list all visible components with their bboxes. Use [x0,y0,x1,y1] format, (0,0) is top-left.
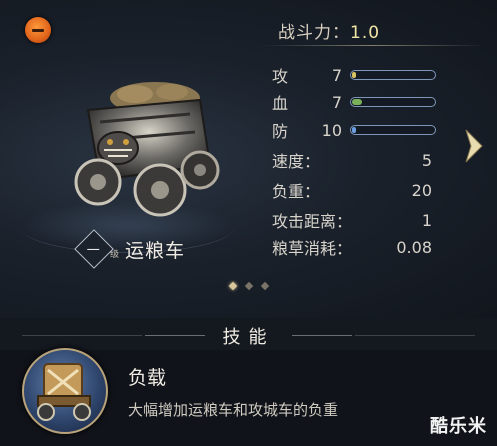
supply-cart-image [74,82,220,217]
page-dot[interactable] [260,281,270,291]
stat-label: 防 [272,122,289,141]
stat-value: 10 [321,120,342,140]
next-arrow-icon[interactable] [463,128,485,164]
remove-button[interactable] [25,17,51,43]
skill-description: 大幅增加运粮车和攻城车的负重 [128,401,339,419]
minus-icon [32,28,44,32]
stat-label: 攻 [272,67,289,86]
attr-food: 粮草消耗： 0.08 [272,236,432,259]
skills-title: 技能 [222,327,275,348]
combat-power-label: 战斗力： [278,23,350,43]
divider [262,45,484,46]
unit-name-label: 一 级 运粮车 [74,229,186,269]
skill-name: 负载 [128,367,167,389]
stat-bar-fill [352,72,356,78]
stat-bar [350,70,436,80]
stat-bar [350,97,436,107]
load-skill-icon[interactable] [22,348,108,434]
stat-value: 7 [331,92,342,112]
page-dot[interactable] [244,281,254,291]
attr-value: 1 [421,210,432,230]
divider [292,335,352,336]
stat-label: 血 [272,94,289,113]
stat-value: 7 [331,65,342,85]
page-dot[interactable] [228,281,238,291]
stat-attack: 攻 7 [272,64,436,86]
rank-badge: 一 [74,229,114,269]
stat-bar-fill [352,99,362,105]
stat-defense: 防 10 [272,119,436,141]
attr-label: 攻击距离： [272,212,353,231]
stat-bar-fill [352,127,356,133]
unit-name: 运粮车 [125,239,186,262]
divider [355,335,475,336]
combat-power-value: 1.0 [350,23,381,43]
rank-text: 一 [87,243,101,259]
stat-health: 血 7 [272,91,436,113]
attr-value: 20 [411,180,432,200]
attr-load: 负重： 20 [272,179,432,202]
combat-power: 战斗力：1.0 [278,18,380,43]
attr-label: 速度： [272,152,321,171]
attr-value: 0.08 [396,237,432,257]
attr-speed: 速度： 5 [272,149,432,172]
attr-label: 粮草消耗： [272,239,353,258]
attr-value: 5 [421,150,432,170]
stat-bar [350,125,436,135]
page-indicator [228,281,270,291]
attr-range: 攻击距离： 1 [272,209,432,232]
attr-label: 负重： [272,182,321,201]
watermark-logo: 酷乐米 [430,416,487,437]
cargo-icon [37,363,91,421]
